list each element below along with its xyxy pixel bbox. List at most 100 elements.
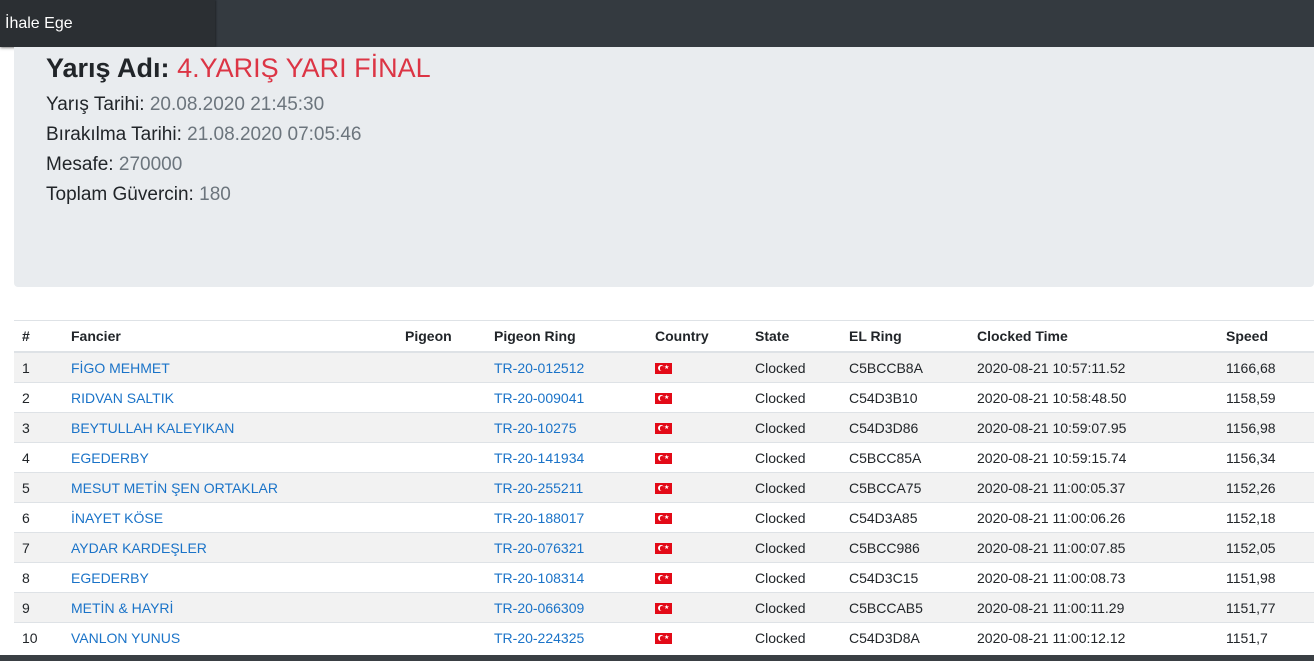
- state-cell: Clocked: [747, 532, 841, 563]
- country-cell: ★: [647, 412, 747, 443]
- country-cell: ★: [647, 472, 747, 503]
- fancier-cell: FİGO MEHMET: [63, 351, 397, 383]
- fancier-link[interactable]: FİGO MEHMET: [71, 360, 170, 376]
- state-cell: Clocked: [747, 442, 841, 473]
- state-cell: Clocked: [747, 412, 841, 443]
- fancier-link[interactable]: BEYTULLAH KALEYIKAN: [71, 420, 234, 436]
- fancier-link[interactable]: EGEDERBY: [71, 570, 149, 586]
- pigeon-ring-cell: TR-20-141934: [486, 442, 647, 473]
- table-row: 9 METİN & HAYRİ TR-20-066309 ★ Clocked C5BCCA…: [14, 592, 1314, 623]
- rank-cell: 8: [14, 562, 63, 593]
- turkey-flag-icon: ★: [655, 543, 672, 555]
- pigeon-cell: [397, 382, 486, 413]
- state-cell: Clocked: [747, 472, 841, 503]
- state-cell: Clocked: [747, 351, 841, 383]
- rank-cell: 2: [14, 382, 63, 413]
- turkey-flag-icon: ★: [655, 513, 672, 525]
- fancier-link[interactable]: METİN & HAYRİ: [71, 600, 173, 616]
- pigeon-ring-link[interactable]: TR-20-066309: [494, 600, 584, 616]
- fancier-link[interactable]: İNAYET KÖSE: [71, 510, 163, 526]
- rank-cell: 1: [14, 351, 63, 383]
- race-info-panel: Yarış Adı: 4.YARIŞ YARI FİNAL Yarış Tari…: [14, 47, 1314, 287]
- header-rank[interactable]: #: [14, 320, 63, 353]
- turkey-flag-icon: ★: [655, 453, 672, 465]
- fancier-cell: RIDVAN SALTIK: [63, 382, 397, 413]
- pigeon-ring-link[interactable]: TR-20-255211: [494, 480, 583, 496]
- country-cell: ★: [647, 442, 747, 473]
- pigeon-ring-link[interactable]: TR-20-224325: [494, 630, 584, 646]
- navbar-brand[interactable]: İhale Ege: [5, 14, 73, 34]
- distance-line: Mesafe: 270000: [46, 152, 182, 178]
- table-row: 5 MESUT METİN ŞEN ORTAKLAR TR-20-255211 ★ Cl…: [14, 472, 1314, 503]
- distance-label: Mesafe:: [46, 154, 114, 175]
- pigeon-ring-link[interactable]: TR-20-009041: [494, 390, 584, 406]
- clocked-time-cell: 2020-08-21 10:57:11.52: [969, 351, 1218, 383]
- rank-cell: 5: [14, 472, 63, 503]
- header-pigeon-ring[interactable]: Pigeon Ring: [486, 320, 647, 353]
- header-clocked-time[interactable]: Clocked Time: [969, 320, 1218, 353]
- pigeon-ring-link[interactable]: TR-20-141934: [494, 450, 584, 466]
- header-pigeon[interactable]: Pigeon: [397, 320, 486, 353]
- pigeon-ring-cell: TR-20-012512: [486, 351, 647, 383]
- rank-cell: 4: [14, 442, 63, 473]
- pigeon-ring-cell: TR-20-188017: [486, 502, 647, 533]
- speed-cell: 1152,05: [1218, 532, 1314, 563]
- results-table: # Fancier Pigeon Pigeon Ring Country Sta…: [14, 320, 1314, 652]
- state-cell: Clocked: [747, 592, 841, 623]
- release-date-label: Bırakılma Tarihi:: [46, 124, 182, 145]
- table-row: 6 İNAYET KÖSE TR-20-188017 ★ Clocked C54D3A85…: [14, 502, 1314, 533]
- rank-cell: 3: [14, 412, 63, 443]
- fancier-cell: METİN & HAYRİ: [63, 592, 397, 623]
- pigeon-cell: [397, 622, 486, 652]
- speed-cell: 1158,59: [1218, 382, 1314, 413]
- rank-cell: 10: [14, 622, 63, 652]
- pigeon-ring-cell: TR-20-10275: [486, 412, 647, 443]
- total-pigeons-value: 180: [199, 184, 231, 205]
- pigeon-ring-link[interactable]: TR-20-108314: [494, 570, 584, 586]
- table-row: 1 FİGO MEHMET TR-20-012512 ★ Clocked C5BCCB8A…: [14, 351, 1314, 383]
- pigeon-ring-link[interactable]: TR-20-188017: [494, 510, 584, 526]
- table-row: 2 RIDVAN SALTIK TR-20-009041 ★ Clocked C54D3B…: [14, 382, 1314, 413]
- fancier-cell: İNAYET KÖSE: [63, 502, 397, 533]
- pigeon-ring-cell: TR-20-224325: [486, 622, 647, 652]
- pigeon-ring-link[interactable]: TR-20-012512: [494, 360, 584, 376]
- clocked-time-cell: 2020-08-21 10:58:48.50: [969, 382, 1218, 413]
- country-cell: ★: [647, 562, 747, 593]
- fancier-link[interactable]: EGEDERBY: [71, 450, 149, 466]
- el-ring-cell: C54D3D8A: [841, 622, 969, 652]
- header-el-ring[interactable]: EL Ring: [841, 320, 969, 353]
- fancier-link[interactable]: RIDVAN SALTIK: [71, 390, 174, 406]
- state-cell: Clocked: [747, 382, 841, 413]
- pigeon-ring-link[interactable]: TR-20-076321: [494, 540, 584, 556]
- race-name: 4.YARIŞ YARI FİNAL: [177, 53, 431, 83]
- fancier-cell: EGEDERBY: [63, 442, 397, 473]
- pigeon-ring-link[interactable]: TR-20-10275: [494, 420, 577, 436]
- pigeon-ring-cell: TR-20-009041: [486, 382, 647, 413]
- table-row: 4 EGEDERBY TR-20-141934 ★ Clocked C5BCC85A 202…: [14, 442, 1314, 473]
- header-state[interactable]: State: [747, 320, 841, 353]
- country-cell: ★: [647, 532, 747, 563]
- el-ring-cell: C54D3B10: [841, 382, 969, 413]
- header-fancier[interactable]: Fancier: [63, 320, 397, 353]
- state-cell: Clocked: [747, 502, 841, 533]
- clocked-time-cell: 2020-08-21 11:00:12.12: [969, 622, 1218, 652]
- clocked-time-cell: 2020-08-21 11:00:11.29: [969, 592, 1218, 623]
- fancier-link[interactable]: MESUT METİN ŞEN ORTAKLAR: [71, 480, 278, 496]
- table-row: 10 VANLON YUNUS TR-20-224325 ★ Clocked C54D3D…: [14, 622, 1314, 652]
- pigeon-cell: [397, 412, 486, 443]
- speed-cell: 1151,7: [1218, 622, 1314, 652]
- table-row: 3 BEYTULLAH KALEYIKAN TR-20-10275 ★ Clocked C…: [14, 412, 1314, 443]
- el-ring-cell: C54D3A85: [841, 502, 969, 533]
- fancier-cell: EGEDERBY: [63, 562, 397, 593]
- rank-cell: 9: [14, 592, 63, 623]
- race-date-value: 20.08.2020 21:45:30: [149, 94, 325, 115]
- fancier-link[interactable]: AYDAR KARDEŞLER: [71, 540, 207, 556]
- fancier-link[interactable]: VANLON YUNUS: [71, 630, 180, 646]
- rank-cell: 7: [14, 532, 63, 563]
- fancier-cell: AYDAR KARDEŞLER: [63, 532, 397, 563]
- header-speed[interactable]: Speed: [1218, 320, 1314, 353]
- header-country[interactable]: Country: [647, 320, 747, 353]
- race-title-label: Yarış Adı:: [46, 53, 170, 83]
- taskbar-strip: [0, 655, 1314, 661]
- clocked-time-cell: 2020-08-21 11:00:08.73: [969, 562, 1218, 593]
